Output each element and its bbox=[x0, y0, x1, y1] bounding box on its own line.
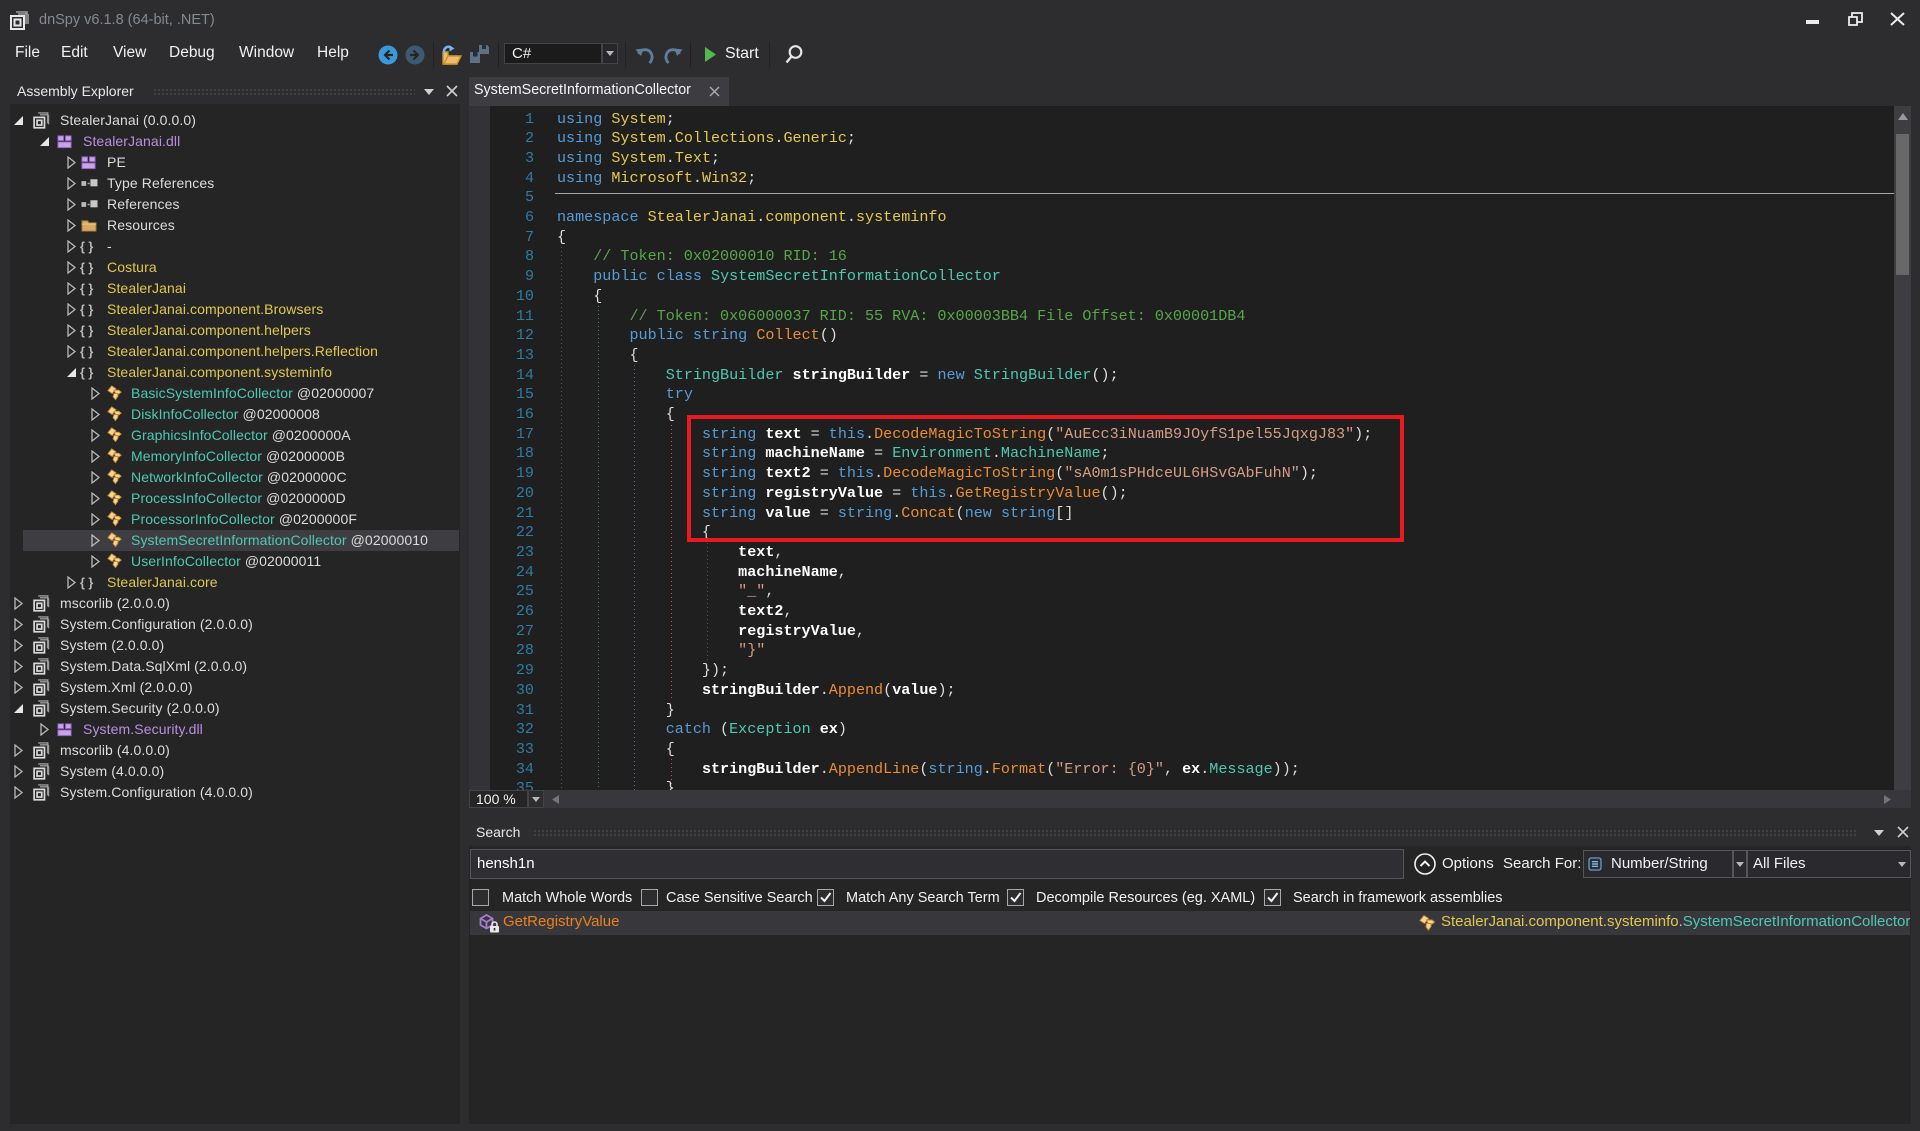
svg-text:{ }: { } bbox=[80, 303, 93, 317]
svg-text:{ }: { } bbox=[80, 366, 93, 380]
svg-text:{ }: { } bbox=[80, 261, 93, 275]
svg-text:{ }: { } bbox=[80, 324, 93, 338]
svg-text:{ }: { } bbox=[80, 282, 93, 296]
svg-text:{ }: { } bbox=[80, 240, 93, 254]
svg-text:{ }: { } bbox=[80, 345, 93, 359]
svg-text:{ }: { } bbox=[80, 576, 93, 590]
